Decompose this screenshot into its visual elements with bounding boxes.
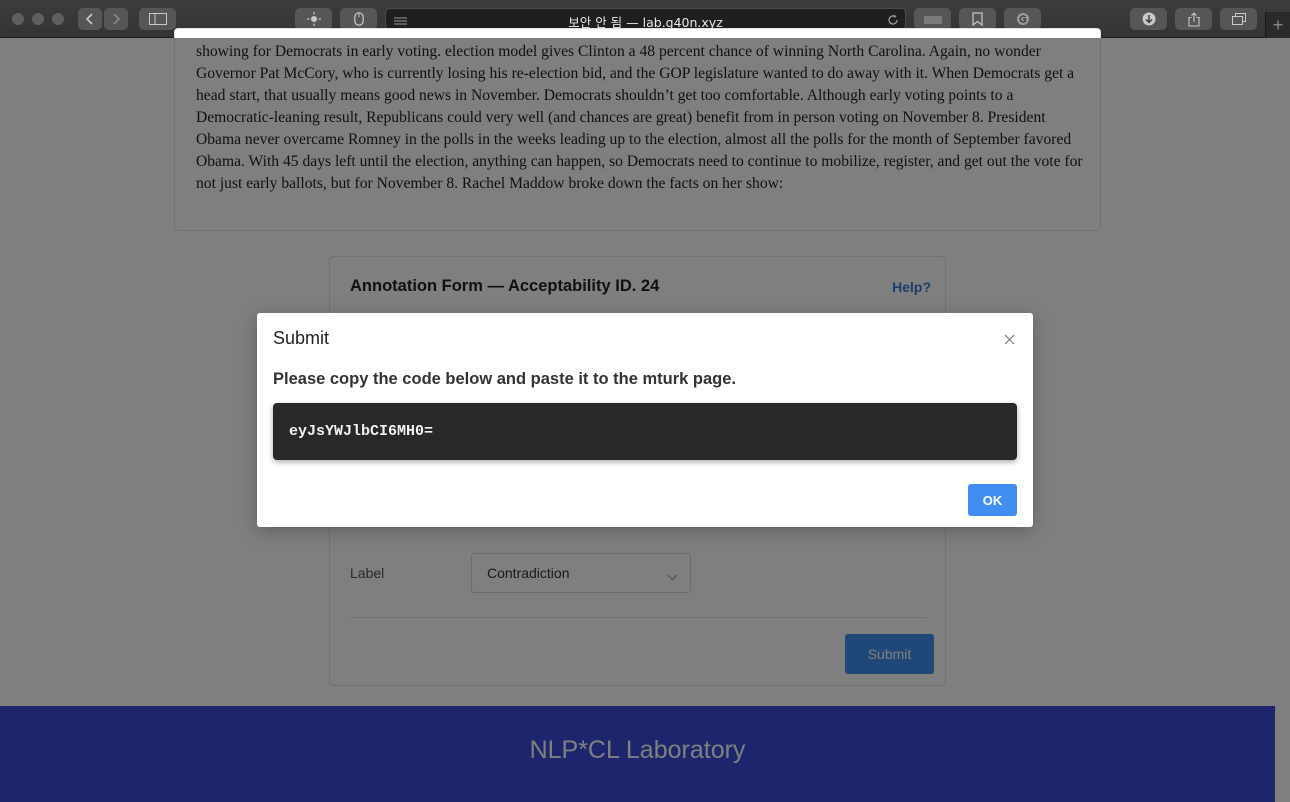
modal-title: Submit bbox=[273, 328, 330, 348]
mouse-icon bbox=[353, 12, 364, 26]
submit-modal: Submit Please copy the code below and pa… bbox=[257, 313, 1033, 527]
g-circle-icon bbox=[1016, 13, 1029, 25]
chevron-left-icon bbox=[85, 13, 93, 25]
close-window-button[interactable] bbox=[12, 13, 24, 25]
share-button[interactable] bbox=[1175, 8, 1212, 30]
sun-icon bbox=[306, 12, 321, 26]
close-icon[interactable] bbox=[1004, 332, 1015, 350]
bookmark-extension-button[interactable] bbox=[959, 8, 996, 30]
forward-button[interactable] bbox=[104, 8, 128, 30]
zoom-window-button[interactable] bbox=[52, 13, 64, 25]
toggle-icon bbox=[923, 16, 942, 24]
modal-message: Please copy the code below and paste it … bbox=[273, 370, 737, 388]
brightness-extension-button[interactable] bbox=[295, 8, 332, 30]
download-icon bbox=[1142, 12, 1155, 26]
back-button[interactable] bbox=[78, 8, 102, 30]
ok-button[interactable]: OK bbox=[968, 484, 1017, 516]
tab-overview-button[interactable] bbox=[1220, 8, 1257, 30]
code-text[interactable]: eyJsYWJlbCI6MH0= bbox=[289, 423, 433, 440]
grammar-extension-button[interactable] bbox=[1004, 8, 1041, 30]
downloads-button[interactable] bbox=[1130, 8, 1167, 30]
chevron-right-icon bbox=[113, 13, 121, 25]
tabs-icon bbox=[1231, 13, 1246, 25]
address-bar[interactable]: 보안 안 됨 — lab.g40n.xyz bbox=[385, 8, 906, 30]
sidebar-toggle-button[interactable] bbox=[139, 8, 176, 30]
share-icon bbox=[1187, 11, 1200, 27]
code-box[interactable]: eyJsYWJlbCI6MH0= bbox=[273, 403, 1017, 460]
mouse-extension-button[interactable] bbox=[340, 8, 377, 30]
bookmark-icon bbox=[972, 12, 983, 26]
new-tab-button[interactable]: + bbox=[1265, 12, 1290, 38]
extension-button-1[interactable] bbox=[914, 8, 951, 30]
minimize-window-button[interactable] bbox=[32, 13, 44, 25]
sidebar-icon bbox=[148, 13, 167, 25]
